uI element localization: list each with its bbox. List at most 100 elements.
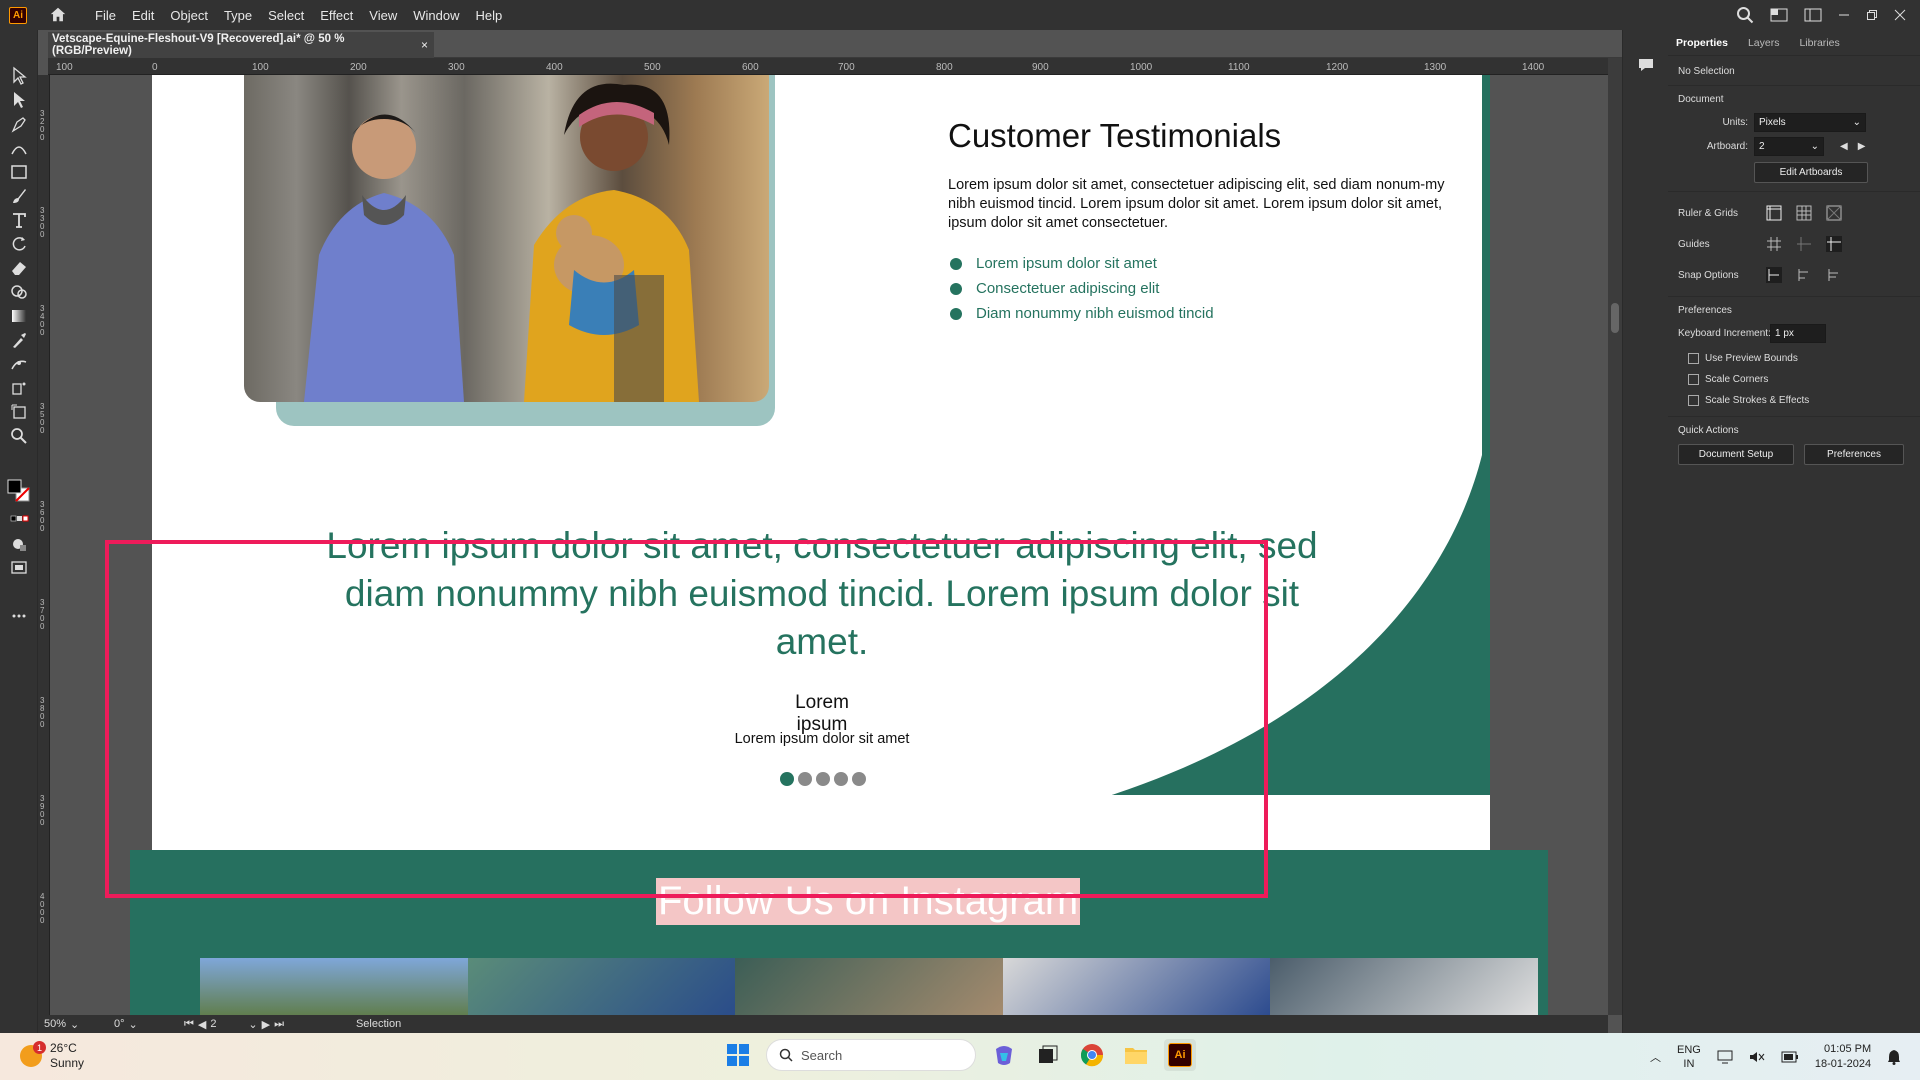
snap-to-pixel-icon[interactable] bbox=[1794, 266, 1814, 284]
symbol-sprayer-tool-icon[interactable] bbox=[9, 378, 29, 398]
horizontal-ruler[interactable]: 100 0 100 200 300 400 500 600 700 800 90… bbox=[48, 58, 1608, 75]
tab-layers[interactable]: Layers bbox=[1748, 37, 1780, 49]
menu-effect[interactable]: Effect bbox=[312, 8, 361, 23]
eraser-tool-icon[interactable] bbox=[9, 258, 29, 278]
task-view-app[interactable] bbox=[1032, 1039, 1064, 1071]
minimize-icon[interactable] bbox=[1838, 9, 1850, 21]
menu-object[interactable]: Object bbox=[162, 8, 216, 23]
illustrator-app[interactable]: Ai bbox=[1164, 1039, 1196, 1071]
puppet-warp-tool-icon[interactable] bbox=[9, 354, 29, 374]
menu-type[interactable]: Type bbox=[216, 8, 260, 23]
rotate-tool-icon[interactable] bbox=[9, 234, 29, 254]
ruler-icon[interactable] bbox=[1764, 204, 1784, 222]
weather-widget[interactable]: 1 26°C Sunny bbox=[20, 1041, 84, 1071]
rectangle-tool-icon[interactable] bbox=[9, 162, 29, 182]
snap-to-glyph-icon[interactable] bbox=[1824, 266, 1844, 284]
units-dropdown[interactable]: Pixels ⌄ bbox=[1754, 113, 1866, 132]
draw-mode-icon[interactable] bbox=[9, 534, 29, 554]
rotation-select[interactable]: 0° ⌄ bbox=[108, 1018, 178, 1031]
taskbar-search[interactable]: Search bbox=[766, 1039, 976, 1071]
comments-icon[interactable] bbox=[1637, 56, 1655, 74]
scale-corners-checkbox[interactable] bbox=[1688, 374, 1699, 385]
tab-properties[interactable]: Properties bbox=[1676, 37, 1728, 49]
shape-builder-tool-icon[interactable] bbox=[9, 282, 29, 302]
last-artboard-icon[interactable]: ⏭ bbox=[274, 1018, 284, 1031]
previous-artboard-icon[interactable]: ◀ bbox=[1840, 141, 1848, 152]
instagram-photo[interactable] bbox=[200, 958, 468, 1015]
first-artboard-icon[interactable]: ⏮ bbox=[184, 1018, 194, 1031]
display-icon[interactable] bbox=[1717, 1050, 1733, 1064]
document-tab[interactable]: Vetscape-Equine-Fleshout-V9 [Recovered].… bbox=[48, 32, 434, 58]
menu-window[interactable]: Window bbox=[405, 8, 467, 23]
color-mode-icon[interactable] bbox=[9, 510, 29, 530]
grid-icon[interactable] bbox=[1794, 204, 1814, 222]
paintbrush-tool-icon[interactable] bbox=[9, 186, 29, 206]
testimonials-heading[interactable]: Customer Testimonials bbox=[948, 117, 1281, 155]
list-item[interactable]: Lorem ipsum dolor sit amet bbox=[950, 251, 1214, 276]
copilot-app[interactable] bbox=[988, 1039, 1020, 1071]
chevron-down-icon[interactable]: ⌄ bbox=[248, 1018, 257, 1031]
screen-mode-icon[interactable] bbox=[9, 558, 29, 578]
next-artboard-icon[interactable]: ▶ bbox=[262, 1018, 270, 1031]
language-indicator[interactable]: ENG IN bbox=[1677, 1043, 1701, 1071]
zoom-select[interactable]: 50% ⌄ bbox=[38, 1018, 108, 1031]
menu-edit[interactable]: Edit bbox=[124, 8, 162, 23]
menu-help[interactable]: Help bbox=[467, 8, 510, 23]
close-icon[interactable] bbox=[1894, 9, 1906, 21]
home-icon[interactable] bbox=[49, 6, 67, 24]
notification-bell-icon[interactable] bbox=[1887, 1049, 1901, 1065]
restore-icon[interactable] bbox=[1866, 9, 1878, 21]
scrollbar-thumb[interactable] bbox=[1611, 303, 1619, 333]
clock[interactable]: 01:05 PM 18-01-2024 bbox=[1815, 1042, 1871, 1072]
testimonial-photo[interactable] bbox=[244, 75, 769, 402]
chevron-up-icon[interactable]: ︿ bbox=[1650, 1049, 1661, 1065]
vertical-scrollbar[interactable] bbox=[1608, 58, 1622, 1015]
menu-select[interactable]: Select bbox=[260, 8, 312, 23]
instagram-photo[interactable] bbox=[1270, 958, 1538, 1015]
lock-guides-icon[interactable] bbox=[1794, 235, 1814, 253]
zoom-tool-icon[interactable] bbox=[9, 426, 29, 446]
selection-tool-icon[interactable] bbox=[9, 66, 29, 86]
artboard-tool-icon[interactable] bbox=[9, 402, 29, 422]
menu-view[interactable]: View bbox=[361, 8, 405, 23]
document-setup-button[interactable]: Document Setup bbox=[1678, 444, 1794, 465]
testimonials-intro[interactable]: Lorem ipsum dolor sit amet, consectetuer… bbox=[948, 176, 1448, 233]
start-button[interactable] bbox=[722, 1039, 754, 1071]
tab-libraries[interactable]: Libraries bbox=[1799, 37, 1839, 49]
artboard-number[interactable]: 2 bbox=[210, 1018, 244, 1030]
search-icon[interactable] bbox=[1736, 6, 1754, 24]
direct-selection-tool-icon[interactable] bbox=[9, 90, 29, 110]
gradient-tool-icon[interactable] bbox=[9, 306, 29, 326]
curvature-tool-icon[interactable] bbox=[9, 138, 29, 158]
instagram-photo[interactable] bbox=[735, 958, 1003, 1015]
workspace-icon[interactable] bbox=[1804, 8, 1822, 22]
transparency-grid-icon[interactable] bbox=[1824, 204, 1844, 222]
vertical-ruler[interactable]: 3200 3300 3400 3500 3600 3700 3800 3900 … bbox=[38, 75, 50, 1015]
use-preview-bounds-checkbox[interactable] bbox=[1688, 353, 1699, 364]
smart-guides-icon[interactable] bbox=[1824, 235, 1844, 253]
document-tab-close-icon[interactable]: × bbox=[421, 38, 428, 52]
file-explorer-app[interactable] bbox=[1120, 1039, 1152, 1071]
instagram-photo[interactable] bbox=[1002, 958, 1271, 1015]
eyedropper-tool-icon[interactable] bbox=[9, 330, 29, 350]
arrange-documents-icon[interactable] bbox=[1770, 8, 1788, 22]
chrome-app[interactable] bbox=[1076, 1039, 1108, 1071]
snap-to-point-icon[interactable] bbox=[1764, 266, 1784, 284]
type-tool-icon[interactable] bbox=[9, 210, 29, 230]
scale-strokes-checkbox[interactable] bbox=[1688, 395, 1699, 406]
preferences-button[interactable]: Preferences bbox=[1804, 444, 1904, 465]
current-tool-indicator[interactable]: Selection bbox=[350, 1018, 470, 1030]
canvas-area[interactable]: Customer Testimonials Lorem ipsum dolor … bbox=[50, 75, 1608, 1015]
menu-file[interactable]: File bbox=[87, 8, 124, 23]
speaker-muted-icon[interactable] bbox=[1749, 1050, 1765, 1064]
battery-icon[interactable] bbox=[1781, 1051, 1799, 1063]
show-guides-icon[interactable] bbox=[1764, 235, 1784, 253]
keyboard-increment-input[interactable]: 1 px bbox=[1770, 324, 1826, 343]
edit-artboards-button[interactable]: Edit Artboards bbox=[1754, 162, 1868, 183]
pen-tool-icon[interactable] bbox=[9, 114, 29, 134]
list-item[interactable]: Consectetuer adipiscing elit bbox=[950, 276, 1214, 301]
fill-stroke-swatch-icon[interactable] bbox=[6, 478, 32, 504]
instagram-photo[interactable] bbox=[467, 958, 736, 1015]
next-artboard-icon[interactable]: ▶ bbox=[1858, 141, 1866, 152]
artboard-dropdown[interactable]: 2 ⌄ bbox=[1754, 137, 1824, 156]
